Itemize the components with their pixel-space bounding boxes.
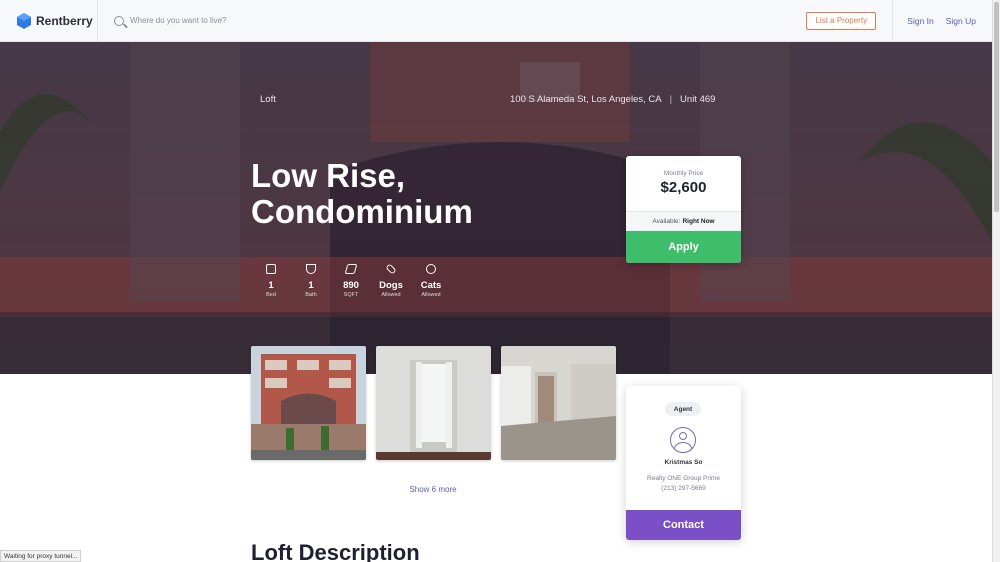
bathtub-icon <box>306 264 316 274</box>
interior-room-photo <box>501 346 616 460</box>
feature-dogs: Dogs Allowed <box>371 263 411 299</box>
avatar-head <box>679 432 687 440</box>
price-value: $2,600 <box>660 179 707 196</box>
agent-company: Realty ONE Group Prime <box>647 475 720 482</box>
availability-value: Right Now <box>682 218 715 225</box>
search-icon <box>114 15 124 26</box>
feature-value: Dogs <box>379 280 403 291</box>
top-nav-bar: Rentberry List a Property Sign In Sign U… <box>0 0 992 42</box>
feature-value: 1 <box>268 280 274 291</box>
property-address: 100 S Alameda St, Los Angeles, CA | Unit 4… <box>510 94 715 105</box>
availability-label: Available: <box>652 218 681 225</box>
address-separator: | <box>669 94 673 105</box>
contact-button[interactable]: Contact <box>626 510 741 540</box>
feature-value: 890 <box>343 280 359 291</box>
hero-banner: Loft 100 S Alameda St, Los Angeles, CA | U… <box>0 42 992 374</box>
cat-icon <box>426 264 436 274</box>
feature-label: Allowed <box>421 292 441 298</box>
listing-title-line2: Condominium <box>251 193 473 230</box>
price-card: Monthly Price $2,600 Available: Right Now… <box>626 156 741 263</box>
feature-value: 1 <box>308 280 314 291</box>
listing-title-line1: Low Rise, <box>251 157 406 194</box>
gallery-photo-window[interactable] <box>376 346 491 460</box>
logo-text: Rentberry <box>36 13 93 28</box>
address-text: 100 S Alameda St, Los Angeles, CA <box>510 94 662 105</box>
dog-bone-icon <box>385 263 397 275</box>
agent-name: Kristmas So <box>664 459 703 466</box>
search-bar[interactable] <box>114 15 806 26</box>
unit-text: Unit 469 <box>680 94 716 105</box>
price-label: Monthly Price <box>663 170 704 177</box>
search-input[interactable] <box>130 16 430 25</box>
list-property-button[interactable]: List a Property <box>806 11 877 30</box>
agent-card: Agent Kristmas So Realty ONE Group Prime… <box>626 386 741 540</box>
description-heading: Loft Description <box>251 540 420 562</box>
gallery-photo-exterior[interactable] <box>251 346 366 460</box>
rentberry-logo-icon <box>17 12 31 29</box>
apply-button[interactable]: Apply <box>626 231 741 263</box>
sign-in-link[interactable]: Sign In <box>907 16 933 26</box>
area-icon <box>344 264 358 274</box>
property-type: Loft <box>260 94 276 105</box>
feature-label: Bed <box>266 292 276 298</box>
feature-label: SQFT <box>343 292 359 298</box>
feature-label: Allowed <box>381 292 401 298</box>
feature-value: Cats <box>420 280 442 291</box>
user-avatar-icon <box>670 427 696 453</box>
bed-icon <box>266 264 276 274</box>
availability: Available: Right Now <box>626 211 741 231</box>
feature-list: 1 Bed 1 Bath 890 SQFT Dogs Allowed Cats … <box>251 263 451 299</box>
sign-up-link[interactable]: Sign Up <box>946 16 976 26</box>
interior-window-photo <box>376 346 491 460</box>
feature-sqft: 890 SQFT <box>331 264 371 299</box>
agent-phone[interactable]: (213) 297-5669 <box>626 485 741 492</box>
listing-title: Low Rise, Condominium <box>251 158 551 230</box>
feature-cats: Cats Allowed <box>411 264 451 299</box>
page-scrollbar[interactable] <box>992 0 1000 562</box>
agent-badge: Agent <box>665 402 701 416</box>
exterior-photo <box>251 346 366 460</box>
feature-bed: 1 Bed <box>251 264 291 299</box>
header-divider <box>892 0 894 42</box>
scrollbar-thumb[interactable] <box>994 2 999 212</box>
browser-status-bar: Waiting for proxy tunnel... <box>0 550 82 562</box>
feature-label: Bath <box>305 292 317 298</box>
logo[interactable]: Rentberry <box>0 0 98 42</box>
show-more-photos-link[interactable]: Show 6 more <box>251 485 615 494</box>
feature-bath: 1 Bath <box>291 264 331 299</box>
gallery-photo-room[interactable] <box>501 346 616 460</box>
avatar-body <box>674 442 692 452</box>
